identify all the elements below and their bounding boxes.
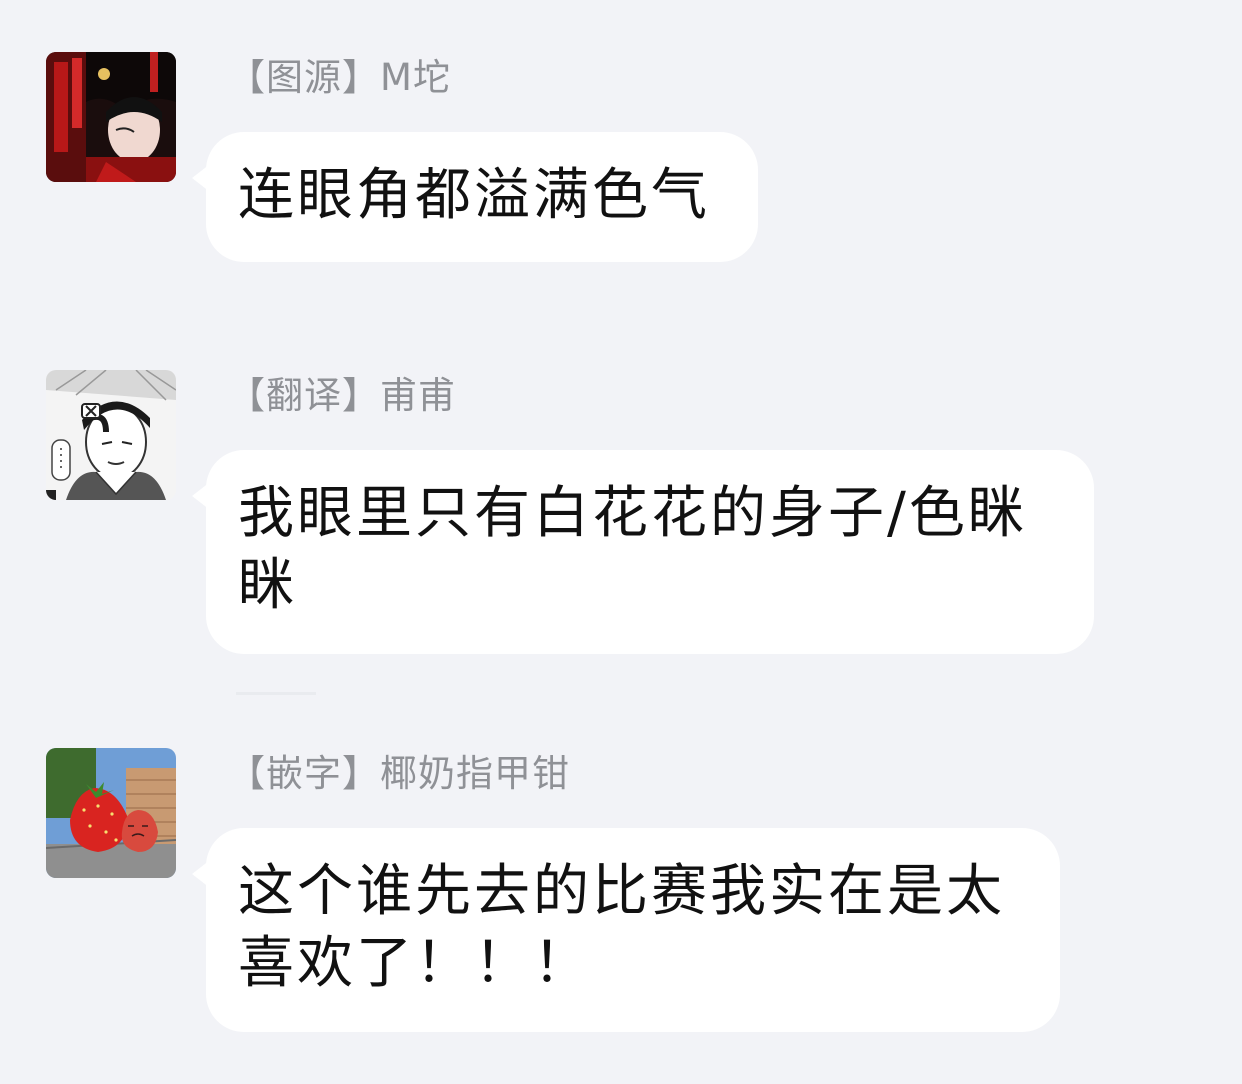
bubble-tail (192, 164, 210, 192)
message-text: 连眼角都溢满色气 (238, 163, 710, 228)
bubble-tail (192, 482, 210, 510)
avatar-red-robed-character-icon (46, 52, 176, 182)
chat-message-list: 【图源】M坨 连眼角都溢满色气 【翻译】甫甫 我眼里只有白花花的身子/色眯眯 【… (0, 0, 1242, 1084)
avatar[interactable] (46, 52, 176, 182)
bubble-tail (192, 860, 210, 888)
message-bubble[interactable]: 我眼里只有白花花的身子/色眯眯 (192, 450, 1094, 654)
avatar-manga-character-icon (46, 370, 176, 500)
message-bubble[interactable]: 连眼角都溢满色气 (192, 132, 758, 262)
message-bubble[interactable]: 这个谁先去的比赛我实在是太喜欢了！！！ (192, 828, 1060, 1032)
sender-name: 【图源】M坨 (228, 56, 451, 99)
sender-name: 【嵌字】椰奶指甲钳 (228, 752, 570, 795)
message-text: 这个谁先去的比赛我实在是太喜欢了！！！ (238, 859, 1005, 996)
avatar[interactable] (46, 748, 176, 878)
avatar[interactable] (46, 370, 176, 500)
avatar-strawberries-icon (46, 748, 176, 878)
divider (236, 692, 316, 695)
sender-name: 【翻译】甫甫 (228, 374, 456, 417)
message-text: 我眼里只有白花花的身子/色眯眯 (238, 481, 1027, 618)
